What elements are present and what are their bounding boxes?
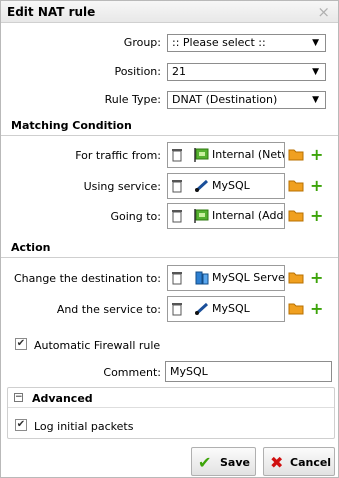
folder-icon[interactable] <box>288 209 304 225</box>
dropdown-arrow-icon: ▼ <box>312 95 319 105</box>
folder-icon[interactable] <box>288 148 304 164</box>
group-select[interactable]: :: Please select :: ▼ <box>167 34 326 52</box>
advanced-header[interactable]: − Advanced <box>8 388 334 408</box>
add-icon[interactable]: + <box>310 268 323 287</box>
service-to-label: And the service to: <box>56 303 161 316</box>
position-select[interactable]: 21 ▼ <box>167 63 326 81</box>
trash-icon[interactable] <box>171 302 183 319</box>
collapse-icon[interactable]: − <box>14 393 23 402</box>
rule-type-label: Rule Type: <box>104 93 161 106</box>
network-icon <box>194 148 209 165</box>
network-icon <box>194 209 209 226</box>
log-packets-checkbox[interactable]: ✔ <box>15 419 27 431</box>
group-label: Group: <box>123 36 161 49</box>
trash-icon[interactable] <box>171 148 183 165</box>
dialog-title: Edit NAT rule <box>7 5 96 19</box>
comment-input[interactable]: MySQL <box>165 361 332 382</box>
add-icon[interactable]: + <box>310 299 323 318</box>
close-icon[interactable]: × <box>317 3 330 21</box>
service-icon <box>194 302 209 319</box>
comment-label: Comment: <box>103 366 161 379</box>
going-to-label: Going to: <box>110 210 161 223</box>
server-icon <box>194 271 209 288</box>
trash-icon[interactable] <box>171 209 183 226</box>
traffic-from-label: For traffic from: <box>75 149 161 162</box>
service-label: Using service: <box>83 180 161 193</box>
advanced-heading: Advanced <box>32 392 93 405</box>
edit-nat-rule-dialog: Edit NAT rule × Group: :: Please select … <box>0 0 339 478</box>
traffic-from-field[interactable]: Internal (Netw <box>167 142 285 168</box>
trash-icon[interactable] <box>171 271 183 288</box>
save-button[interactable]: ✔ Save <box>191 447 256 476</box>
change-destination-field[interactable]: MySQL Serve <box>167 265 285 291</box>
cross-icon: ✖ <box>270 453 284 472</box>
position-label: Position: <box>114 65 161 78</box>
automatic-firewall-label: Automatic Firewall rule <box>34 339 161 352</box>
folder-icon[interactable] <box>288 179 304 195</box>
service-icon <box>194 179 209 196</box>
log-packets-label: Log initial packets <box>34 420 134 433</box>
add-icon[interactable]: + <box>310 176 323 195</box>
folder-icon[interactable] <box>288 302 304 318</box>
folder-icon[interactable] <box>288 271 304 287</box>
automatic-firewall-checkbox[interactable]: ✔ <box>15 338 27 350</box>
trash-icon[interactable] <box>171 179 183 196</box>
title-bar[interactable]: Edit NAT rule × <box>1 1 338 23</box>
dropdown-arrow-icon: ▼ <box>312 67 319 77</box>
action-heading: Action <box>1 238 338 258</box>
service-to-field[interactable]: MySQL <box>167 296 285 322</box>
add-icon[interactable]: + <box>310 206 323 225</box>
checkmark-icon: ✔ <box>198 453 212 472</box>
change-destination-label: Change the destination to: <box>13 272 161 285</box>
add-icon[interactable]: + <box>310 145 323 164</box>
advanced-panel: − Advanced ✔ Log initial packets <box>7 387 335 439</box>
service-field[interactable]: MySQL <box>167 173 285 199</box>
going-to-field[interactable]: Internal (Addr <box>167 203 285 229</box>
rule-type-select[interactable]: DNAT (Destination) ▼ <box>167 91 326 109</box>
dropdown-arrow-icon: ▼ <box>312 38 319 48</box>
matching-condition-heading: Matching Condition <box>1 116 338 136</box>
cancel-button[interactable]: ✖ Cancel <box>263 447 335 476</box>
